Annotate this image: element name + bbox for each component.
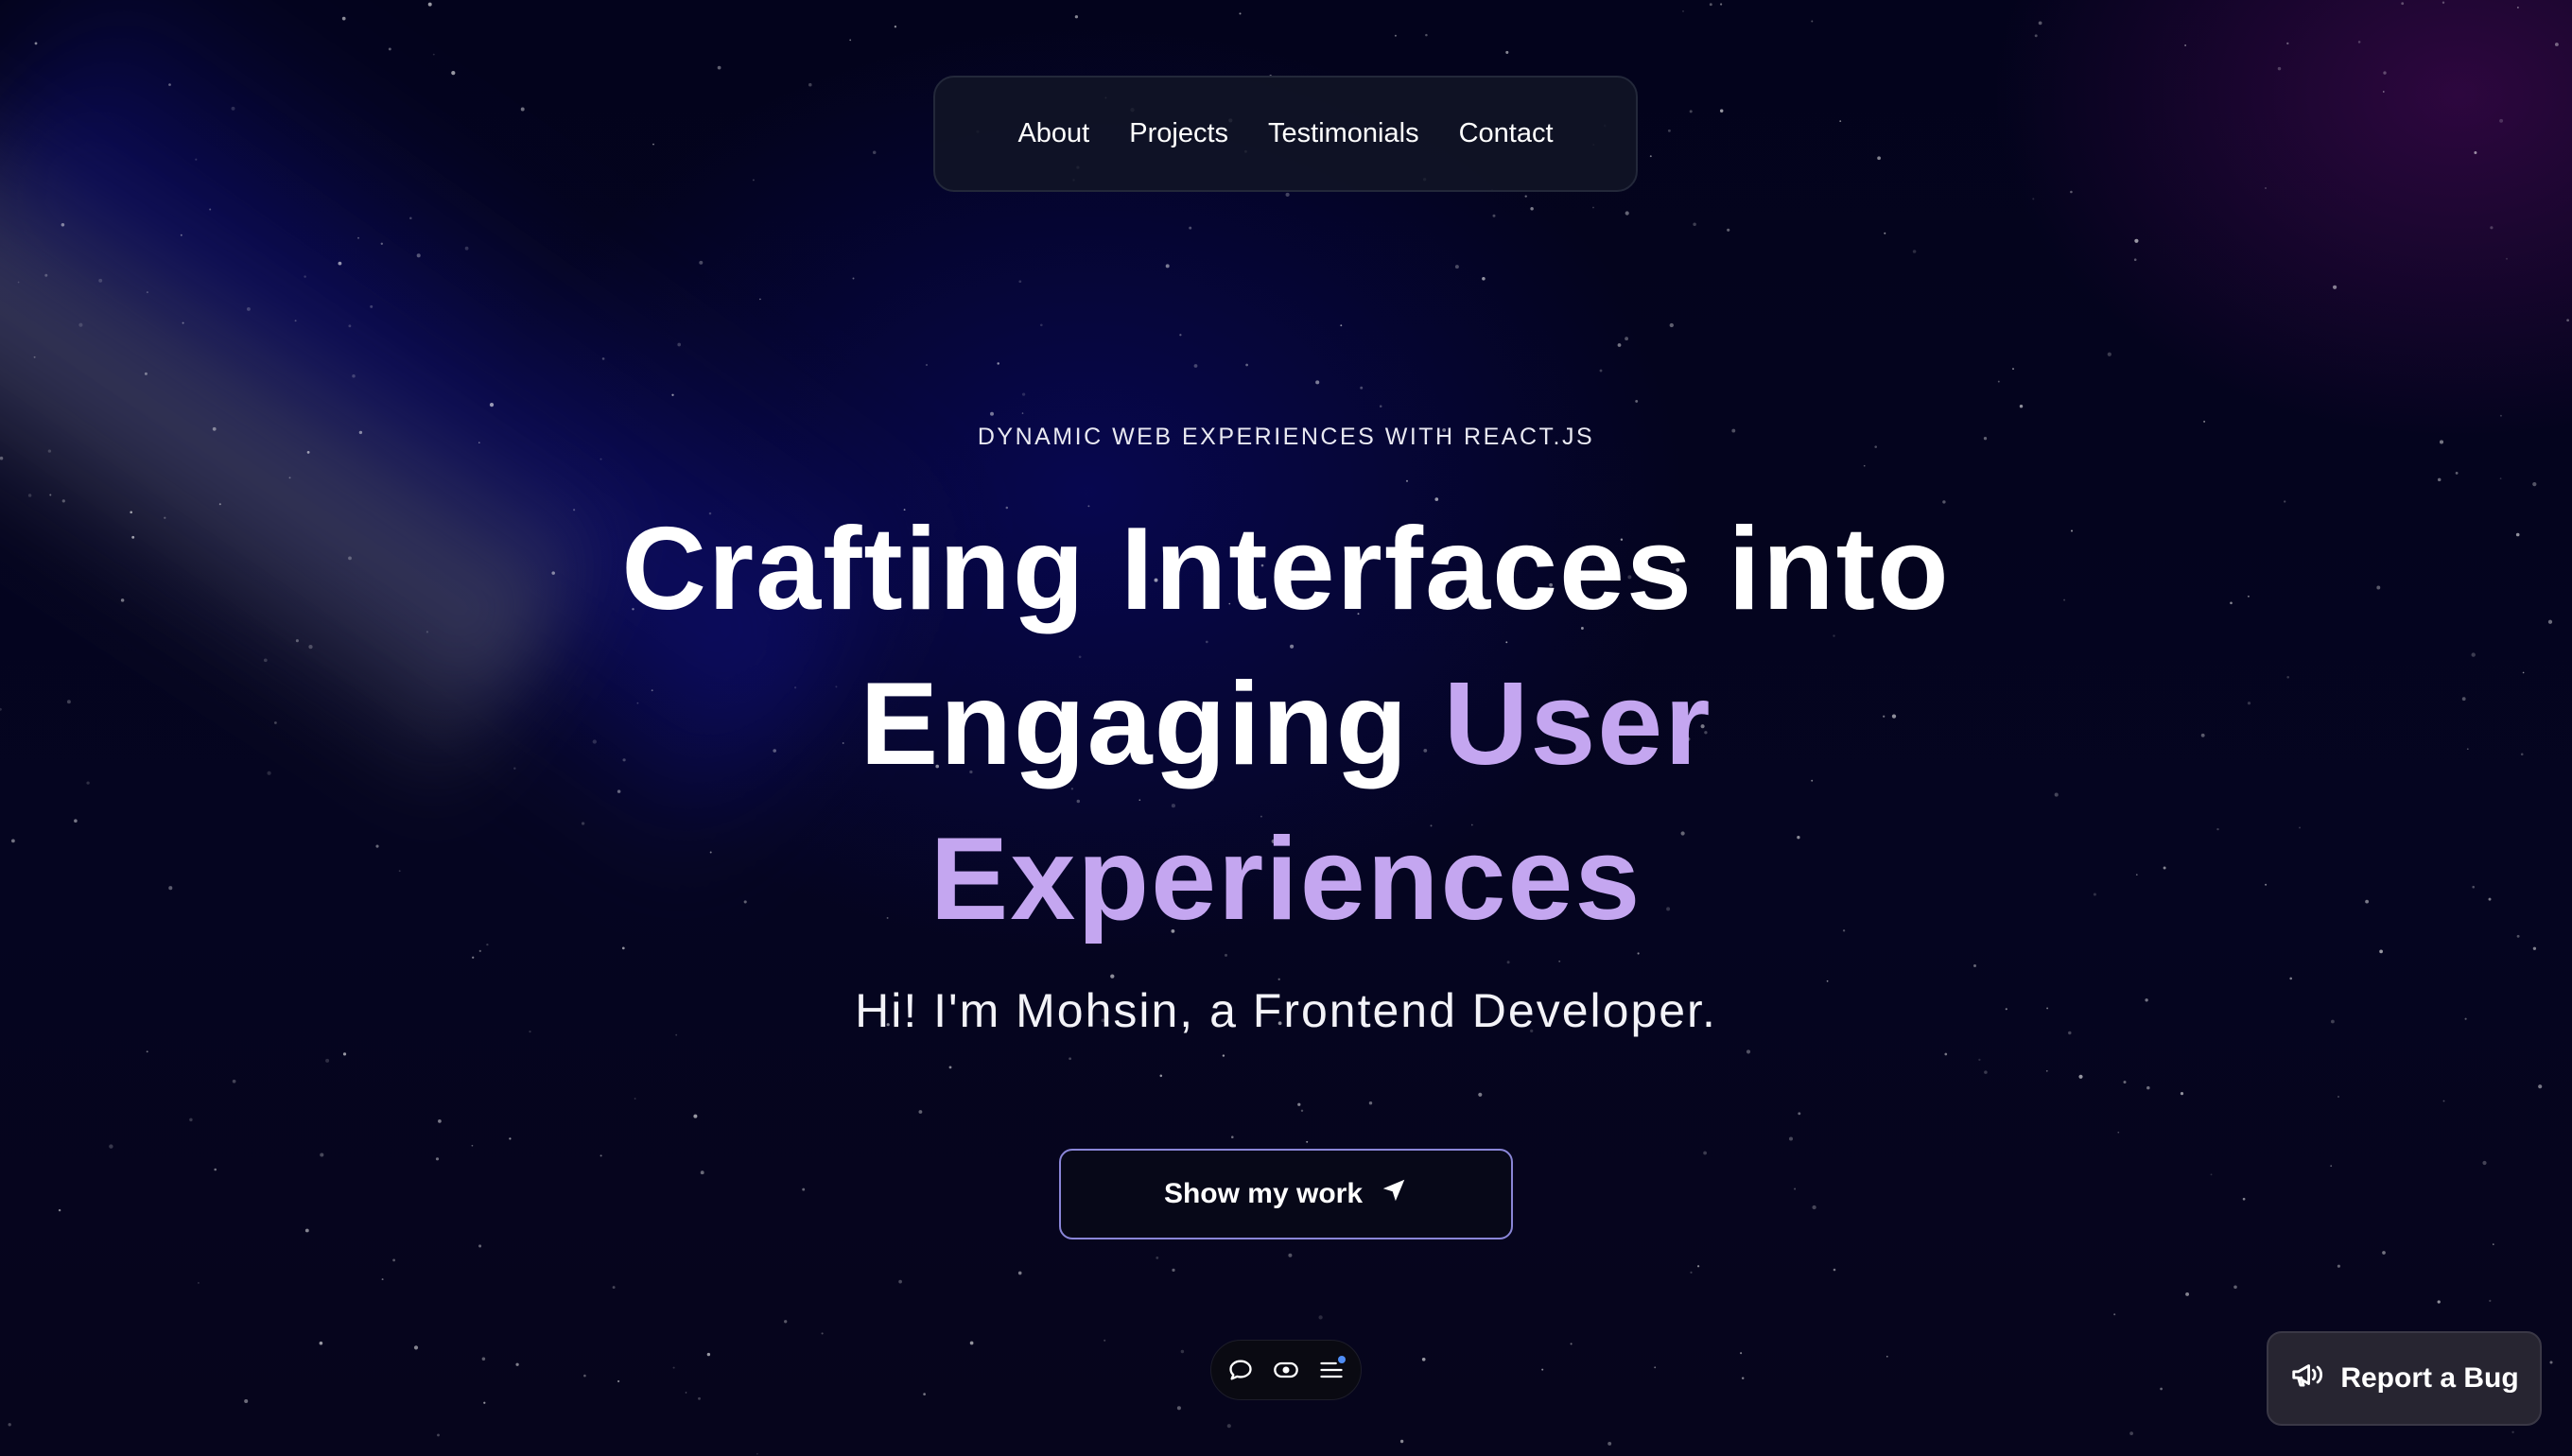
hero-subtitle: Hi! I'm Mohsin, a Frontend Developer. xyxy=(855,984,1717,1037)
megaphone-icon xyxy=(2289,1357,2325,1400)
report-a-bug-button[interactable]: Report a Bug xyxy=(2267,1331,2542,1426)
notification-dot xyxy=(1338,1356,1346,1363)
floating-dock xyxy=(1210,1340,1362,1400)
location-arrow-icon xyxy=(1380,1176,1408,1212)
toggle-icon[interactable] xyxy=(1273,1357,1299,1383)
nav-link-projects[interactable]: Projects xyxy=(1129,118,1228,149)
show-my-work-button[interactable]: Show my work xyxy=(1059,1149,1513,1239)
menu-icon[interactable] xyxy=(1318,1356,1346,1383)
headline-text: Crafting Interfaces into xyxy=(621,504,1951,634)
hero-headline: Crafting Interfaces into Engaging User E… xyxy=(530,492,2042,957)
nav-link-testimonials[interactable]: Testimonials xyxy=(1268,118,1419,149)
chat-icon[interactable] xyxy=(1227,1357,1254,1383)
show-my-work-label: Show my work xyxy=(1163,1178,1364,1209)
report-a-bug-label: Report a Bug xyxy=(2340,1362,2519,1394)
hero-eyebrow: DYNAMIC WEB EXPERIENCES WITH REACT.JS xyxy=(977,424,1595,450)
hero-page: About Projects Testimonials Contact DYNA… xyxy=(0,0,2572,1456)
top-navigation: About Projects Testimonials Contact xyxy=(933,76,1638,192)
nav-link-contact[interactable]: Contact xyxy=(1459,118,1554,149)
nav-link-about[interactable]: About xyxy=(1017,118,1089,149)
headline-text-engaging: Engaging xyxy=(860,659,1410,789)
